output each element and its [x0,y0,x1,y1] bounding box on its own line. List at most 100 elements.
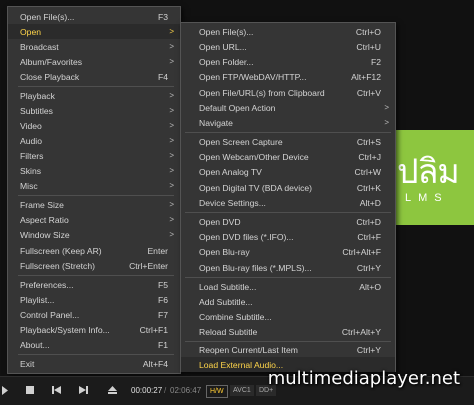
menu-item-shortcut: F1 [157,339,168,350]
menu-separator [18,354,174,355]
menu-item-label: Default Open Action [199,102,276,113]
menu-item-filters[interactable]: Filters > [8,148,180,163]
menu-item-shortcut: Ctrl+U [356,41,381,52]
submenu-item-open-dvd-files[interactable]: Open DVD files (*.IFO)... Ctrl+F [181,229,395,244]
menu-item-playlist[interactable]: Playlist... F6 [8,292,180,307]
menu-item-about[interactable]: About... F1 [8,337,180,352]
menu-item-label: Device Settings... [199,197,266,208]
submenu-item-open-folder[interactable]: Open Folder... F2 [181,54,395,69]
hw-decode-badge[interactable]: H/W [206,385,228,398]
menu-item-label: Reopen Current/Last Item [199,344,298,355]
menu-item-label: Open File(s)... [20,11,75,22]
submenu-item-open-files[interactable]: Open File(s)... Ctrl+O [181,24,395,39]
menu-item-close-playback[interactable]: Close Playback F4 [8,69,180,84]
menu-item-audio[interactable]: Audio > [8,133,180,148]
menu-item-label: Open [20,26,42,37]
menu-item-label: Combine Subtitle... [199,311,272,322]
submenu-item-screen-capture[interactable]: Open Screen Capture Ctrl+S [181,134,395,149]
menu-item-label: Exit [20,358,35,369]
submenu-arrow-icon: > [169,57,174,66]
submenu-item-default-open-action[interactable]: Default Open Action > [181,100,395,115]
menu-item-subtitles[interactable]: Subtitles > [8,103,180,118]
submenu-item-open-ftp[interactable]: Open FTP/WebDAV/HTTP... Alt+F12 [181,69,395,84]
menu-item-skins[interactable]: Skins > [8,163,180,178]
menu-item-misc[interactable]: Misc > [8,178,180,193]
submenu-item-open-dvd[interactable]: Open DVD Ctrl+D [181,214,395,229]
submenu-item-device-settings[interactable]: Device Settings... Alt+D [181,195,395,210]
menu-item-shortcut: F2 [370,56,381,67]
menu-item-label: Open Screen Capture [199,136,283,147]
submenu-arrow-icon: > [384,103,389,112]
menu-item-label: Reload Subtitle [199,326,258,337]
menu-item-label: Load Subtitle... [199,281,257,292]
submenu-arrow-icon: > [169,91,174,100]
submenu-item-open-clipboard[interactable]: Open File/URL(s) from Clipboard Ctrl+V [181,85,395,100]
menu-item-shortcut: Alt+F4 [142,358,168,369]
menu-item-label: Playback/System Info... [20,324,110,335]
menu-separator [185,132,391,133]
menu-item-open-files[interactable]: Open File(s)... F3 [8,9,180,24]
menu-item-fullscreen-keep-ar[interactable]: Fullscreen (Keep AR) Enter [8,243,180,258]
menu-item-label: Video [20,120,42,131]
submenu-item-open-url[interactable]: Open URL... Ctrl+U [181,39,395,54]
time-separator: / [164,386,167,395]
video-logo: ปลิม LMS [393,130,474,225]
menu-item-label: About... [20,339,50,350]
menu-separator [185,277,391,278]
menu-item-label: Open Webcam/Other Device [199,151,309,162]
menu-item-shortcut: Ctrl+K [356,182,381,193]
menu-separator [18,195,174,196]
menu-item-video[interactable]: Video > [8,118,180,133]
next-icon[interactable] [79,386,88,396]
menu-item-label: Close Playback [20,71,80,82]
submenu-item-digital-tv[interactable]: Open Digital TV (BDA device) Ctrl+K [181,180,395,195]
menu-item-frame-size[interactable]: Frame Size > [8,197,180,212]
eject-icon[interactable] [108,386,117,396]
menu-item-label: Skins [20,165,42,176]
submenu-item-reload-subtitle[interactable]: Reload Subtitle Ctrl+Alt+Y [181,324,395,339]
menu-item-playback-system-info[interactable]: Playback/System Info... Ctrl+F1 [8,322,180,337]
menu-item-control-panel[interactable]: Control Panel... F7 [8,307,180,322]
previous-icon[interactable] [52,386,61,396]
menu-item-label: Filters [20,150,44,161]
submenu-arrow-icon: > [169,200,174,209]
menu-item-label: Open File/URL(s) from Clipboard [199,87,325,98]
menu-item-shortcut: Ctrl+Y [356,262,381,273]
stop-icon[interactable] [26,386,34,396]
menu-item-fullscreen-stretch[interactable]: Fullscreen (Stretch) Ctrl+Enter [8,258,180,273]
submenu-arrow-icon: > [169,27,174,36]
watermark: multimediaplayer.net [267,368,460,389]
menu-item-label: Open Blu-ray files (*.MPLS)... [199,262,312,273]
submenu-item-open-bluray-files[interactable]: Open Blu-ray files (*.MPLS)... Ctrl+Y [181,260,395,275]
menu-item-label: Misc [20,180,38,191]
submenu-arrow-icon: > [169,136,174,145]
menu-item-aspect-ratio[interactable]: Aspect Ratio > [8,212,180,227]
submenu-item-webcam[interactable]: Open Webcam/Other Device Ctrl+J [181,149,395,164]
submenu-arrow-icon: > [169,166,174,175]
submenu-item-reopen-current[interactable]: Reopen Current/Last Item Ctrl+Y [181,342,395,357]
menu-separator [18,86,174,87]
menu-item-label: Open DVD files (*.IFO)... [199,231,294,242]
menu-item-shortcut: Ctrl+D [356,216,381,227]
menu-item-shortcut: Enter [147,245,168,256]
menu-item-open[interactable]: Open > [8,24,180,39]
submenu-item-open-bluray[interactable]: Open Blu-ray Ctrl+Alt+F [181,244,395,259]
submenu-item-add-subtitle[interactable]: Add Subtitle... [181,294,395,309]
submenu-item-combine-subtitle[interactable]: Combine Subtitle... [181,309,395,324]
menu-item-window-size[interactable]: Window Size > [8,227,180,242]
menu-item-shortcut: F6 [157,294,168,305]
submenu-arrow-icon: > [169,230,174,239]
menu-item-preferences[interactable]: Preferences... F5 [8,277,180,292]
submenu-item-analog-tv[interactable]: Open Analog TV Ctrl+W [181,164,395,179]
menu-item-album-favorites[interactable]: Album/Favorites > [8,54,180,69]
submenu-item-load-subtitle[interactable]: Load Subtitle... Alt+O [181,279,395,294]
menu-item-playback[interactable]: Playback > [8,88,180,103]
submenu-item-navigate[interactable]: Navigate > [181,115,395,130]
menu-item-label: Control Panel... [20,309,80,320]
menu-item-shortcut: Ctrl+Alt+F [342,246,381,257]
play-icon[interactable] [2,386,8,397]
video-codec-badge[interactable]: AVC1 [230,385,254,396]
open-submenu: Open File(s)... Ctrl+O Open URL... Ctrl+… [180,22,396,372]
menu-item-broadcast[interactable]: Broadcast > [8,39,180,54]
menu-item-exit[interactable]: Exit Alt+F4 [8,356,180,371]
